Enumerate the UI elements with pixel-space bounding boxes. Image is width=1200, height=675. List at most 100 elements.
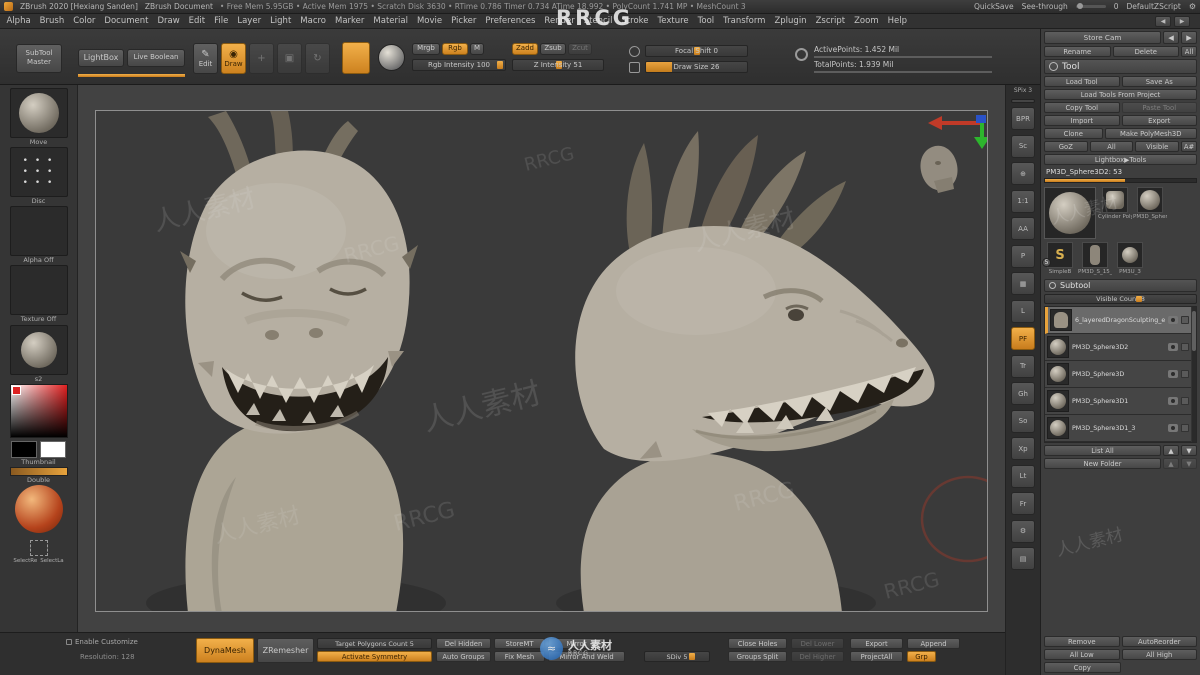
- menu-item[interactable]: Marker: [331, 16, 369, 26]
- tool-thumb[interactable]: 5 S SimpleB: [1044, 242, 1076, 275]
- draw-button[interactable]: ◉ Draw: [221, 43, 246, 74]
- subtool-up-button[interactable]: ▲: [1163, 445, 1179, 456]
- z-intensity-slider[interactable]: Z Intensity 51: [512, 59, 604, 71]
- zsub-button[interactable]: Zsub: [540, 43, 566, 55]
- menu-item[interactable]: Movie: [412, 16, 446, 26]
- color-picker[interactable]: [10, 384, 68, 438]
- tool-thumb[interactable]: PM3D_S_15_Sculp: [1079, 242, 1111, 275]
- close-holes-button[interactable]: Close Holes: [728, 638, 787, 649]
- texture-picker-thumb[interactable]: [10, 265, 68, 315]
- subtool-row[interactable]: PM3D_Sphere3D1_3: [1045, 415, 1191, 442]
- subtool-row[interactable]: PM3D_Sphere3D: [1045, 361, 1191, 388]
- cam-next-button[interactable]: ▶: [1181, 31, 1197, 44]
- menu-item[interactable]: Light: [266, 16, 296, 26]
- actual-size-icon[interactable]: 1:1: [1011, 190, 1035, 213]
- cam-prev-button[interactable]: ◀: [1163, 31, 1179, 44]
- delete-button[interactable]: Delete: [1113, 46, 1180, 57]
- store-cam-button[interactable]: Store Cam: [1044, 31, 1161, 44]
- zcut-button[interactable]: Zcut: [568, 43, 592, 55]
- menu-item[interactable]: File: [210, 16, 233, 26]
- transp-icon[interactable]: Tr: [1011, 355, 1035, 378]
- mrgb-button[interactable]: Mrgb: [412, 43, 440, 55]
- menu-item[interactable]: Stroke: [617, 16, 653, 26]
- visibility-eye-icon[interactable]: [1168, 424, 1178, 432]
- del-higher-button[interactable]: Del Higher: [791, 651, 844, 662]
- floor-grid-icon[interactable]: ▦: [1011, 272, 1035, 295]
- live-boolean-button[interactable]: Live Boolean: [127, 49, 185, 67]
- subtool-row[interactable]: 6_layeredDragonSculpting_en: [1045, 307, 1191, 334]
- menu-item[interactable]: Zscript: [811, 16, 850, 26]
- menu-item[interactable]: Zplugin: [770, 16, 811, 26]
- enable-customize-toggle[interactable]: Enable Customize: [66, 638, 138, 646]
- menu-item[interactable]: Tool: [693, 16, 719, 26]
- xpose-icon[interactable]: Xp: [1011, 437, 1035, 460]
- tool-thumb[interactable]: Cylinder PolyMes: [1099, 187, 1131, 239]
- rename-button[interactable]: Rename: [1044, 46, 1111, 57]
- move-button[interactable]: +: [249, 43, 274, 74]
- zoom-icon[interactable]: ⊕: [1011, 162, 1035, 185]
- gear-icon[interactable]: ⚙: [1189, 2, 1196, 11]
- dynamesh-button[interactable]: DynaMesh: [196, 638, 254, 663]
- current-material-ball[interactable]: [15, 485, 63, 533]
- copy-subtool-button[interactable]: Copy: [1044, 662, 1121, 673]
- menu-item[interactable]: Alpha: [2, 16, 35, 26]
- goz-all-button[interactable]: All: [1090, 141, 1134, 152]
- menu-item[interactable]: Transform: [719, 16, 770, 26]
- subtool-down-button[interactable]: ▼: [1181, 445, 1197, 456]
- project-all-button[interactable]: ProjectAll: [850, 651, 903, 662]
- list-all-button[interactable]: List All: [1044, 445, 1161, 456]
- del-lower-button[interactable]: Del Lower: [791, 638, 844, 649]
- visibility-eye-icon[interactable]: [1168, 316, 1178, 324]
- subtool-mini-icon[interactable]: [1181, 370, 1189, 378]
- material-picker-thumb[interactable]: [10, 325, 68, 375]
- document-icon[interactable]: ▤: [1011, 547, 1035, 570]
- menu-item[interactable]: Picker: [447, 16, 481, 26]
- subtool-row[interactable]: PM3D_Sphere3D1: [1045, 388, 1191, 415]
- subtool-mini-icon[interactable]: [1181, 424, 1189, 432]
- store-mt-button[interactable]: StoreMT: [494, 638, 545, 649]
- subtool-scrollbar[interactable]: [1192, 307, 1196, 442]
- export-mesh-button[interactable]: Export: [850, 638, 903, 649]
- subtool-mini-icon[interactable]: [1181, 316, 1189, 324]
- lightbox-button[interactable]: LightBox: [78, 49, 124, 67]
- visibility-eye-icon[interactable]: [1168, 343, 1178, 351]
- del-hidden-button[interactable]: Del Hidden: [436, 638, 491, 649]
- scroll-icon[interactable]: Sc: [1011, 135, 1035, 158]
- rgb-intensity-slider[interactable]: Rgb Intensity 100: [412, 59, 506, 71]
- menu-item[interactable]: Zoom: [850, 16, 884, 26]
- folder-down-button[interactable]: ▼: [1181, 458, 1197, 469]
- append-button[interactable]: Append: [907, 638, 960, 649]
- rotate-button[interactable]: ↻: [305, 43, 330, 74]
- visibility-eye-icon[interactable]: [1168, 370, 1178, 378]
- lite-icon[interactable]: Lt: [1011, 465, 1035, 488]
- edit-button[interactable]: ✎ Edit: [193, 43, 218, 74]
- active-tool-thumb[interactable]: [1044, 187, 1096, 239]
- see-through-slider[interactable]: [1076, 5, 1106, 8]
- ghost-icon[interactable]: Gh: [1011, 382, 1035, 405]
- menu-item[interactable]: Macro: [296, 16, 331, 26]
- menu-item[interactable]: Layer: [233, 16, 266, 26]
- copy-tool-button[interactable]: Copy Tool: [1044, 102, 1120, 113]
- draw-size-slider[interactable]: Draw Size 26: [645, 61, 748, 73]
- viewport[interactable]: 人人素材 RRCG RRCG 人人素材 RRCG 人人素材 RRCG 人人素材 …: [78, 85, 1005, 632]
- auto-groups-button[interactable]: Auto Groups: [436, 651, 491, 662]
- gear-icon[interactable]: ⚙: [1011, 520, 1035, 543]
- all-low-button[interactable]: All Low: [1044, 649, 1120, 660]
- fix-mesh-button[interactable]: Fix Mesh: [494, 651, 545, 662]
- dragon-head-profile[interactable]: [556, 131, 935, 612]
- menu-item[interactable]: Preferences: [481, 16, 540, 26]
- load-tool-button[interactable]: Load Tool: [1044, 76, 1120, 87]
- bpr-icon[interactable]: BPR: [1011, 107, 1035, 130]
- menu-item[interactable]: Material: [369, 16, 413, 26]
- select-rect-icon[interactable]: [30, 540, 48, 556]
- menu-item[interactable]: Document: [100, 16, 153, 26]
- all-high-button[interactable]: All High: [1122, 649, 1198, 660]
- subtool-master-button[interactable]: SubTool Master: [16, 44, 62, 73]
- paste-tool-button[interactable]: Paste Tool: [1122, 102, 1198, 113]
- active-color-swatch[interactable]: [342, 42, 370, 74]
- main-color-swatch[interactable]: [11, 441, 37, 458]
- focal-shift-slider[interactable]: Focal Shift 0: [645, 45, 748, 57]
- rgb-button[interactable]: Rgb: [442, 43, 468, 55]
- sdiv-slider[interactable]: SDiv 5: [644, 651, 710, 662]
- clone-button[interactable]: Clone: [1044, 128, 1103, 139]
